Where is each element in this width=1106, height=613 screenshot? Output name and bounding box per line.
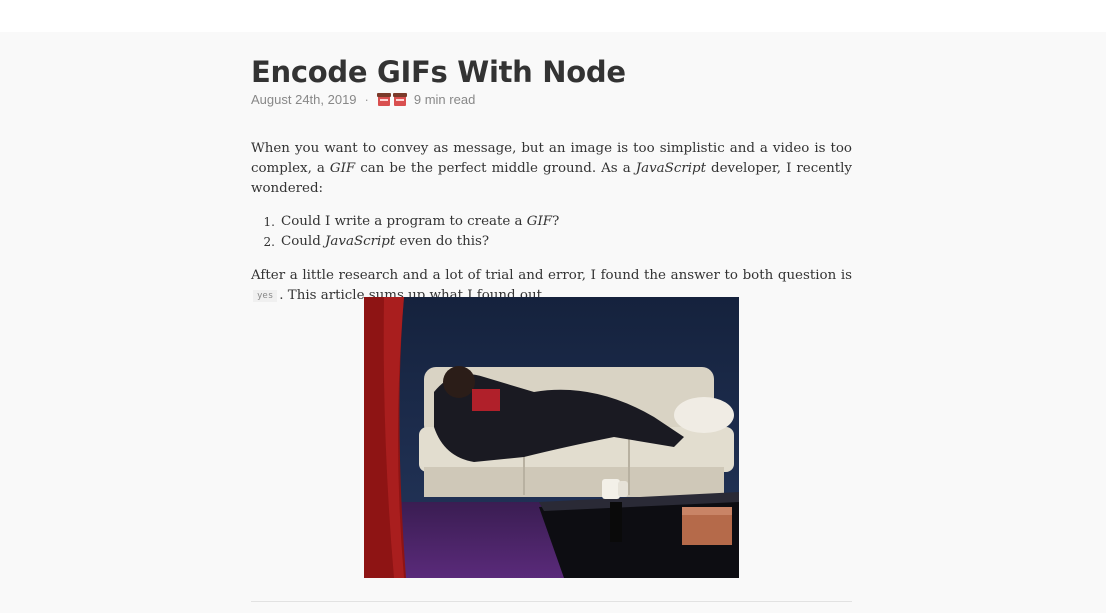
article-title: Encode GIFs With Node xyxy=(251,55,626,89)
list-item-text-part: ? xyxy=(552,214,560,229)
list-item-text-part: Could I write a program to create a xyxy=(281,214,527,229)
meta-separator: · xyxy=(364,91,369,107)
intro-gif-term: GIF xyxy=(329,161,356,176)
popcorn-icon xyxy=(376,92,391,106)
top-bar xyxy=(0,0,1106,32)
list-item-emphasis: GIF xyxy=(526,214,553,229)
question-list: 1. Could I write a program to create a G… xyxy=(251,212,852,252)
publish-date: August 24th, 2019 xyxy=(251,91,357,107)
list-item-number: 2. xyxy=(263,235,275,249)
inline-code: yes xyxy=(253,290,278,302)
article-body: When you want to convey as message, but … xyxy=(251,139,852,306)
intro-paragraph: When you want to convey as message, but … xyxy=(251,139,852,199)
read-time: 9 min read xyxy=(413,91,476,107)
bottom-divider xyxy=(251,601,852,602)
article: Encode GIFs With Node August 24th, 2019 … xyxy=(251,32,852,602)
list-item: 1. Could I write a program to create a G… xyxy=(251,212,852,232)
list-item-number: 1. xyxy=(263,215,275,229)
intro-text-2: can be the perfect middle ground. As a xyxy=(355,161,636,176)
popcorn-icon xyxy=(392,92,407,106)
list-item-text-part: even do this? xyxy=(395,234,490,249)
list-item-text-part: Could xyxy=(281,234,326,249)
article-gif-image xyxy=(364,297,739,578)
conclusion-text-1: After a little research and a lot of tri… xyxy=(251,268,852,283)
list-item-text: Could I write a program to create a GIF? xyxy=(281,212,559,232)
intro-js-term: JavaScript xyxy=(635,161,706,176)
page-background: Encode GIFs With Node August 24th, 2019 … xyxy=(0,32,1106,613)
article-meta: August 24th, 2019 · 9 min read xyxy=(251,90,852,108)
list-item: 2. Could JavaScript even do this? xyxy=(251,232,852,252)
list-item-text: Could JavaScript even do this? xyxy=(281,232,489,252)
list-item-emphasis: JavaScript xyxy=(325,234,396,249)
